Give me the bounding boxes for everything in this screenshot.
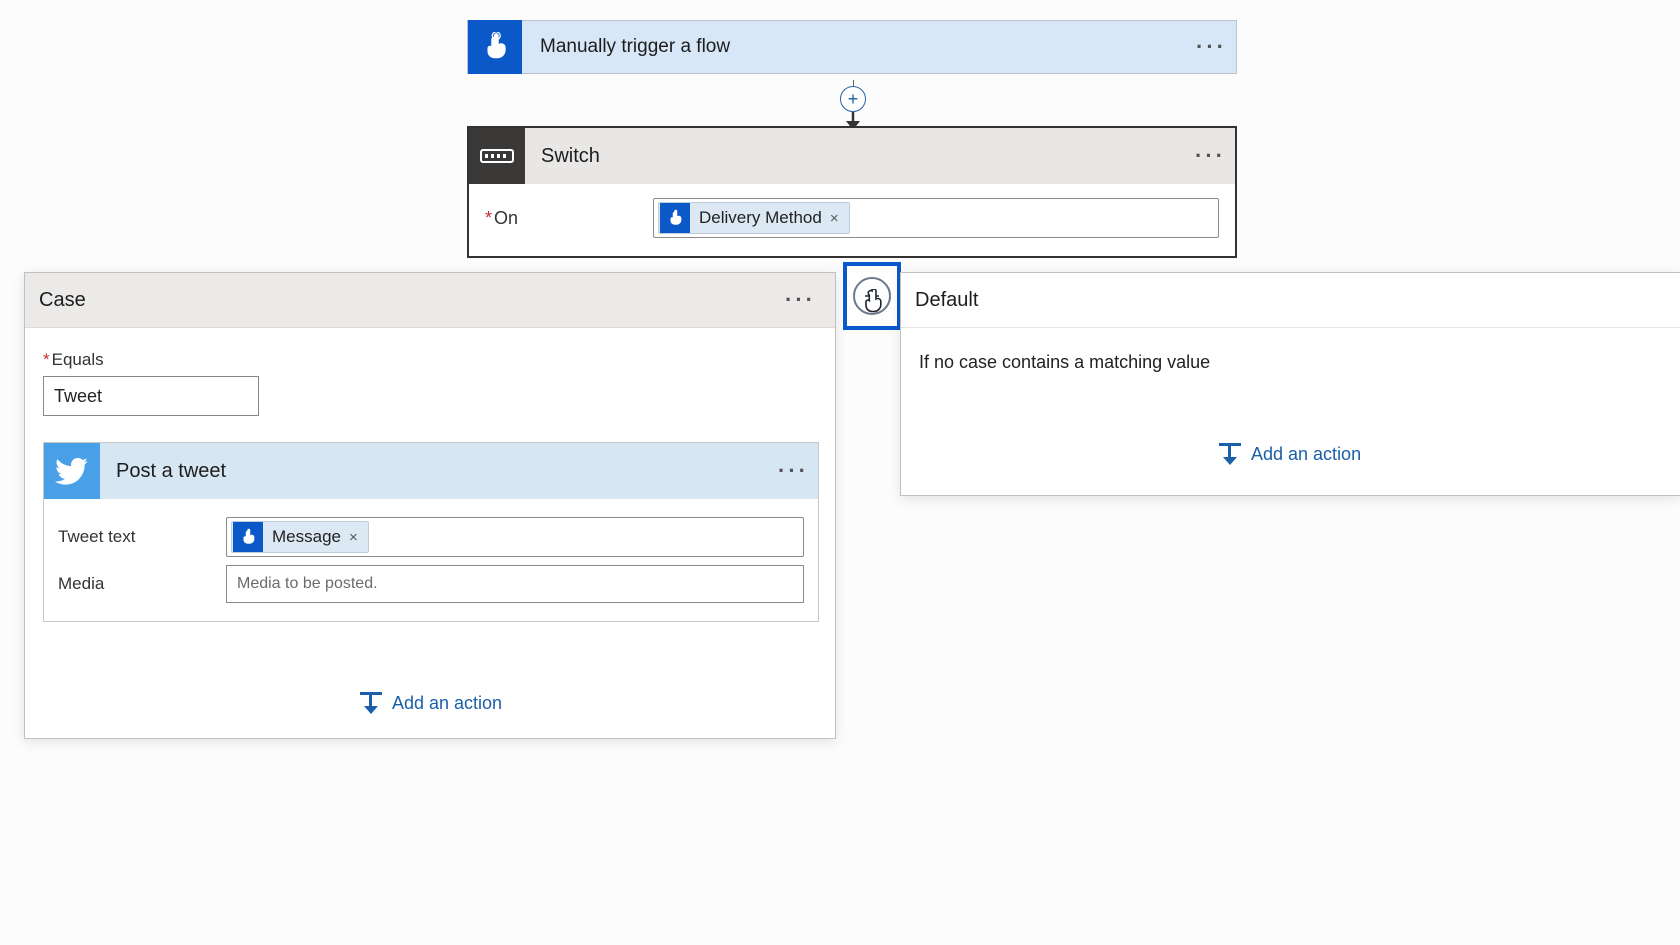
default-header[interactable]: Default (901, 273, 1680, 328)
switch-icon (469, 128, 525, 184)
plus-circle-icon (853, 277, 891, 315)
equals-input[interactable] (43, 376, 259, 416)
switch-more-icon[interactable]: ··· (1195, 143, 1235, 169)
manual-trigger-icon (233, 522, 263, 552)
case-more-icon[interactable]: ··· (785, 287, 825, 313)
trigger-title: Manually trigger a flow (522, 36, 1196, 58)
token-delivery-method: Delivery Method × (658, 202, 850, 234)
tweet-text-label: Tweet text (58, 527, 226, 547)
default-title: Default (915, 289, 978, 312)
switch-header[interactable]: Switch ··· (469, 128, 1235, 184)
case-header[interactable]: Case ··· (25, 273, 835, 328)
token-label: Delivery Method (691, 208, 828, 228)
post-tweet-more-icon[interactable]: ··· (778, 458, 818, 484)
twitter-icon (44, 443, 100, 499)
add-action-label: Add an action (392, 693, 502, 714)
case-card: Case ··· *Equals Post a tweet ··· Tweet … (24, 272, 836, 739)
insert-step-button[interactable]: + (840, 86, 866, 112)
post-tweet-title: Post a tweet (100, 460, 778, 483)
post-tweet-card: Post a tweet ··· Tweet text Message (43, 442, 819, 622)
switch-title: Switch (525, 145, 1195, 168)
manual-trigger-icon (660, 203, 690, 233)
add-case-button[interactable] (843, 262, 901, 330)
connector: + (840, 80, 866, 132)
tweet-text-input[interactable]: Message × (226, 517, 804, 557)
switch-on-label: *On (485, 208, 653, 229)
token-message: Message × (231, 521, 369, 553)
post-tweet-header[interactable]: Post a tweet ··· (44, 443, 818, 499)
manual-trigger-icon (468, 20, 522, 74)
tweet-media-input[interactable] (226, 565, 804, 603)
switch-on-input[interactable]: Delivery Method × (653, 198, 1219, 238)
switch-card: Switch ··· *On Delivery Method × (467, 126, 1237, 258)
tweet-media-label: Media (58, 574, 226, 594)
default-description: If no case contains a matching value (919, 352, 1662, 373)
case-title: Case (39, 289, 785, 312)
trigger-more-icon[interactable]: ··· (1196, 34, 1236, 60)
remove-token-icon[interactable]: × (828, 210, 849, 227)
equals-label: *Equals (43, 350, 819, 370)
token-label: Message (264, 527, 347, 547)
trigger-card[interactable]: Manually trigger a flow ··· (467, 20, 1237, 74)
case-add-action-button[interactable]: Add an action (43, 692, 819, 714)
cursor-icon (864, 289, 890, 319)
remove-token-icon[interactable]: × (347, 529, 368, 546)
insert-action-icon (1219, 443, 1241, 465)
add-action-label: Add an action (1251, 444, 1361, 465)
switch-body: *On Delivery Method × (469, 184, 1235, 256)
default-add-action-button[interactable]: Add an action (1219, 443, 1662, 465)
default-card: Default If no case contains a matching v… (900, 272, 1680, 496)
insert-action-icon (360, 692, 382, 714)
